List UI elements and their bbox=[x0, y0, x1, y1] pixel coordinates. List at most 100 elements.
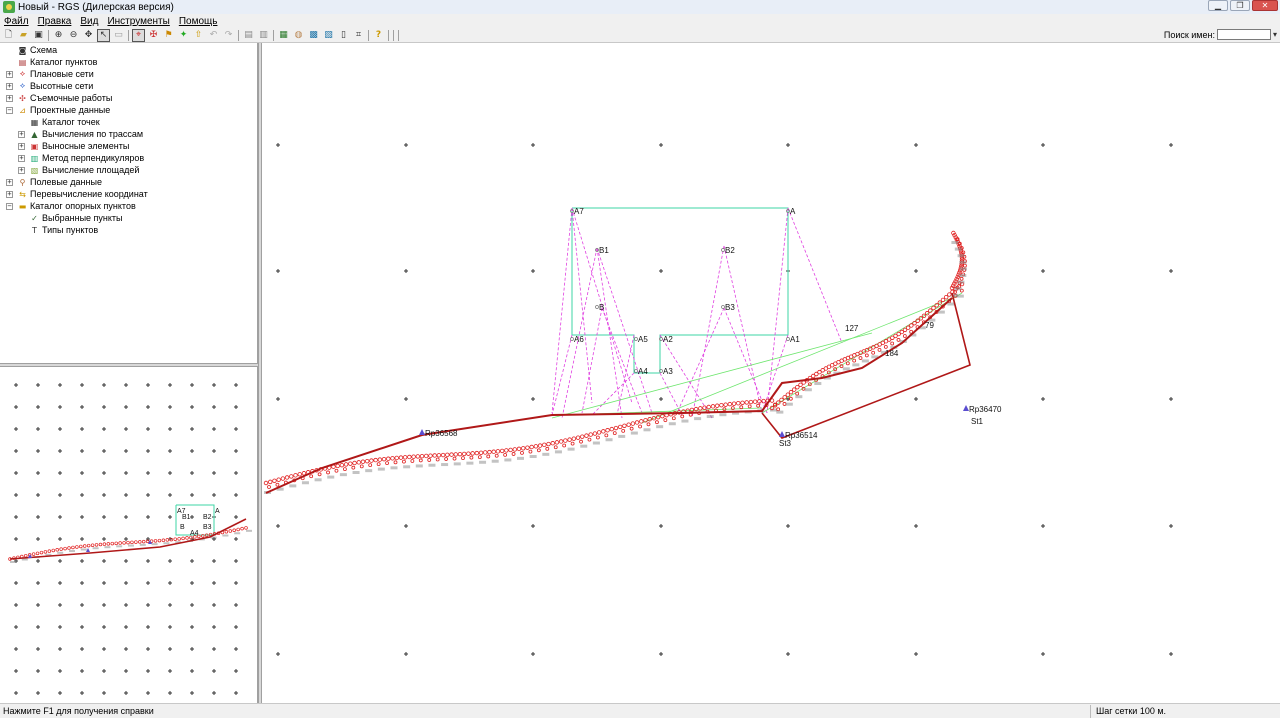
expand-toggle-icon[interactable]: + bbox=[6, 70, 13, 78]
survey-point bbox=[495, 449, 501, 454]
erase-icon[interactable]: ▭ bbox=[113, 30, 124, 41]
tree-item[interactable]: + ▣ Выносные элементы bbox=[18, 140, 129, 152]
redo-icon[interactable]: ↷ bbox=[223, 30, 234, 41]
tree-item[interactable]: + ⇆ Перевычисление координат bbox=[6, 188, 148, 200]
route-calc-icon: ▲ bbox=[31, 129, 38, 139]
tree-item[interactable]: − ⊿ Проектные данные bbox=[6, 104, 110, 116]
pan-icon[interactable]: ✥ bbox=[83, 30, 94, 41]
tree-item[interactable]: + ⟡ Плановые сети bbox=[6, 68, 94, 80]
survey-point bbox=[284, 475, 290, 480]
expand-toggle-icon[interactable]: + bbox=[6, 178, 13, 186]
survey-point bbox=[618, 424, 623, 430]
tree-item[interactable]: − ▬ Каталог опорных пунктов bbox=[6, 200, 136, 212]
overview-point bbox=[118, 541, 122, 545]
survey-point bbox=[275, 482, 280, 487]
tree-item[interactable]: T Типы пунктов bbox=[18, 224, 98, 236]
new-file-icon[interactable]: 🗋 bbox=[3, 30, 14, 41]
undo-icon[interactable]: ↶ bbox=[208, 30, 219, 41]
survey-point bbox=[795, 384, 800, 390]
menu-file[interactable]: Файл bbox=[4, 16, 29, 27]
save-icon[interactable]: ▣ bbox=[33, 30, 44, 41]
expand-toggle-icon[interactable]: + bbox=[18, 154, 25, 162]
traverse-icon[interactable]: ✠ bbox=[148, 30, 159, 41]
maximize-icon[interactable]: ❐ bbox=[1230, 0, 1250, 11]
level-icon[interactable]: ⚑ bbox=[163, 30, 174, 41]
scheme-canvas[interactable]: Rp36568 Rp36514 Rp36470 St1 St3 127 79 184 A7 A A6… bbox=[262, 43, 1280, 703]
tree-item[interactable]: ✓ Выбранные пункты bbox=[18, 212, 122, 224]
tree-item-label: Высотные сети bbox=[30, 81, 94, 91]
tree-item[interactable]: + ▧ Вычисление площадей bbox=[18, 164, 139, 176]
tree-item[interactable]: + ⚲ Полевые данные bbox=[6, 176, 102, 188]
coords-icon[interactable]: ⌗ bbox=[353, 30, 364, 41]
calc-icon[interactable]: ▤ bbox=[243, 30, 254, 41]
expand-toggle-icon[interactable]: + bbox=[18, 142, 25, 150]
toolbar-separator bbox=[273, 29, 274, 41]
menu-help[interactable]: Помощь bbox=[179, 16, 218, 27]
measure-icon[interactable]: ⌖ bbox=[132, 28, 145, 42]
survey-icon[interactable]: ✦ bbox=[178, 30, 189, 41]
zoom-in-icon[interactable]: ⊕ bbox=[53, 30, 64, 41]
survey-point bbox=[596, 430, 602, 435]
station-label: St1 bbox=[971, 417, 984, 426]
report-icon[interactable]: ▥ bbox=[258, 30, 269, 41]
expand-toggle-icon[interactable]: + bbox=[18, 130, 25, 138]
tree-item[interactable]: ◙ Схема bbox=[6, 44, 58, 56]
tree-item[interactable]: + ▥ Метод перпендикуляров bbox=[18, 152, 144, 164]
survey-point bbox=[263, 480, 269, 486]
point-number-blur bbox=[668, 422, 676, 426]
expand-toggle-icon[interactable]: − bbox=[6, 106, 13, 114]
menu-view[interactable]: Вид bbox=[80, 16, 98, 27]
menu-tools[interactable]: Инструменты bbox=[107, 16, 169, 27]
overview-point bbox=[110, 541, 115, 546]
expand-toggle-icon[interactable]: + bbox=[18, 166, 25, 174]
list-icon[interactable]: ▧ bbox=[323, 30, 334, 41]
expand-toggle-icon[interactable]: + bbox=[6, 190, 13, 198]
grid-icon[interactable]: ▩ bbox=[308, 30, 319, 41]
search-input[interactable] bbox=[1216, 29, 1271, 40]
point-number-blur bbox=[785, 402, 793, 406]
help-icon[interactable]: ? bbox=[373, 30, 384, 41]
minimize-icon[interactable]: ▁ bbox=[1208, 0, 1228, 11]
point-number-blur bbox=[957, 254, 965, 258]
expand-toggle-icon[interactable]: − bbox=[6, 202, 13, 210]
point-number-blur bbox=[504, 458, 512, 462]
point-number-blur bbox=[643, 428, 651, 432]
overview-label-blur bbox=[151, 543, 158, 546]
menu-edit[interactable]: Правка bbox=[38, 16, 72, 27]
survey-point bbox=[605, 428, 610, 433]
recalc-icon: ⇆ bbox=[19, 189, 26, 199]
close-icon[interactable]: ✕ bbox=[1252, 0, 1278, 11]
tree-item[interactable]: + ✣ Съемочные работы bbox=[6, 92, 112, 104]
overview-point bbox=[165, 538, 170, 542]
tree-item[interactable]: + ⟡ Высотные сети bbox=[6, 80, 93, 92]
overview-point bbox=[106, 542, 111, 546]
overview-map[interactable]: A7 A B1 B2 B B3 A4 bbox=[0, 367, 258, 703]
survey-point bbox=[503, 452, 508, 457]
overview-point bbox=[59, 547, 63, 551]
table-icon[interactable]: ▦ bbox=[278, 30, 289, 41]
survey-point bbox=[440, 452, 446, 458]
expand-toggle-icon[interactable]: + bbox=[6, 82, 13, 90]
point-number-blur bbox=[466, 461, 474, 465]
export-icon[interactable]: ⇧ bbox=[193, 30, 204, 41]
survey-point bbox=[571, 436, 577, 441]
zoom-out-icon[interactable]: ⊖ bbox=[68, 30, 79, 41]
globe-icon[interactable]: ◍ bbox=[293, 30, 304, 41]
survey-point bbox=[368, 463, 373, 468]
overview-label-blur bbox=[69, 550, 75, 553]
overview-point bbox=[75, 545, 79, 549]
tree-item[interactable]: ▤ Каталог пунктов bbox=[6, 56, 98, 68]
tree-item[interactable]: ▦ Каталог точек bbox=[18, 116, 100, 128]
point-number-blur bbox=[959, 260, 967, 264]
doc-icon[interactable]: ▯ bbox=[338, 30, 349, 41]
survey-point bbox=[508, 447, 513, 453]
chevron-down-icon[interactable]: ▾ bbox=[1273, 30, 1277, 39]
expand-toggle-icon[interactable]: + bbox=[6, 94, 13, 102]
tree-item[interactable]: + ▲ Вычисления по трассам bbox=[18, 128, 143, 140]
select-arrow-icon[interactable]: ↖ bbox=[97, 28, 110, 42]
open-folder-icon[interactable]: ▰ bbox=[18, 30, 29, 41]
toolbar-separator bbox=[128, 29, 129, 41]
scheme-svg: Rp36568 Rp36514Rp36470St1St3127 79184A7 AA6… bbox=[263, 143, 1173, 656]
